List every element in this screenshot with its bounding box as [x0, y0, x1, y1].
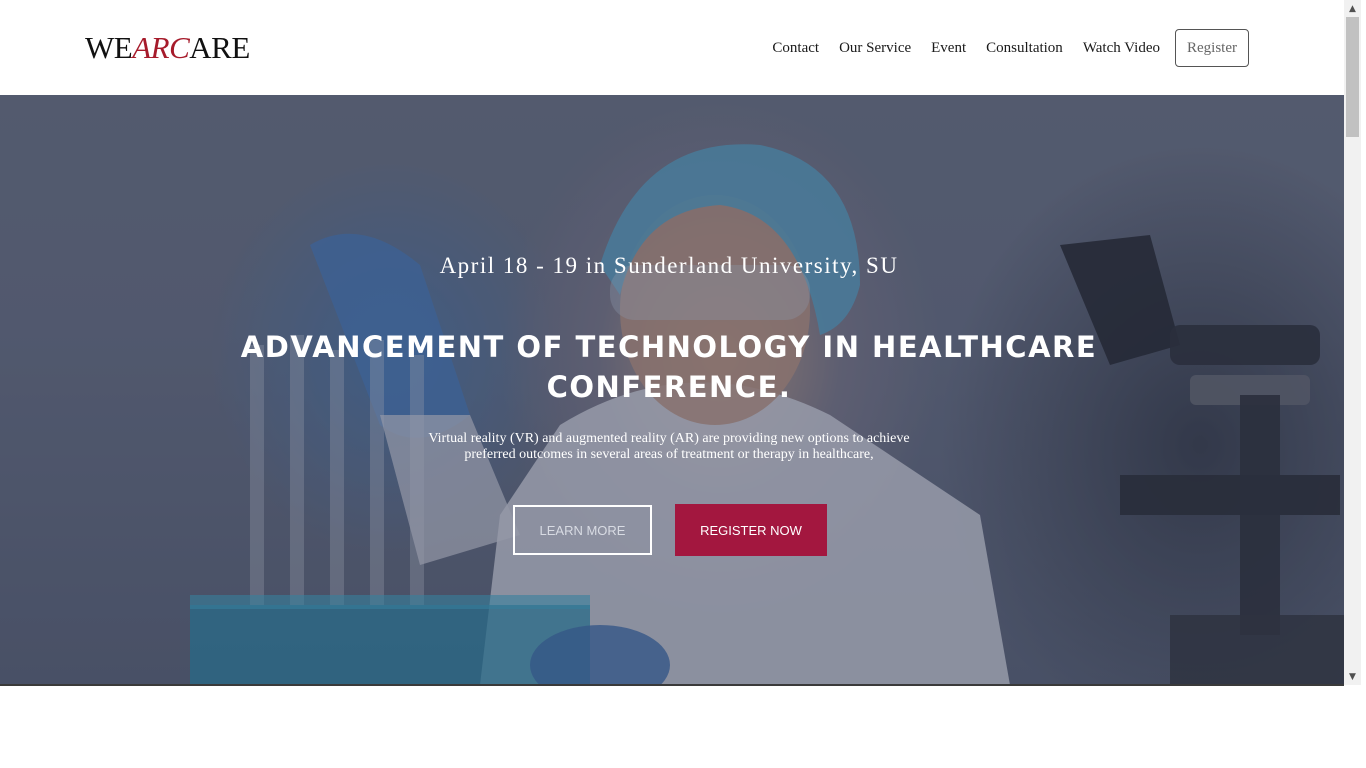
nav-contact[interactable]: Contact — [772, 40, 819, 57]
page-below-hero — [0, 686, 1366, 768]
hero-title: ADVANCEMENT OF TECHNOLOGY IN HEALTHCARE … — [220, 327, 1118, 407]
logo-text-we: WE — [85, 30, 133, 65]
learn-more-button[interactable]: LEARN MORE — [513, 505, 652, 555]
hero-section: April 18 - 19 in Sunderland University, … — [0, 95, 1344, 685]
hero-title-line2: CONFERENCE. — [546, 370, 792, 404]
nav-consultation[interactable]: Consultation — [986, 40, 1063, 57]
hero-description-line1: Virtual reality (VR) and augmented reali… — [428, 431, 910, 446]
register-now-button[interactable]: REGISTER NOW — [675, 504, 827, 556]
nav-watch-video[interactable]: Watch Video — [1083, 40, 1160, 57]
chevron-up-icon[interactable]: ▲ — [1344, 0, 1361, 17]
main-nav: Contact Our Service Event Consultation W… — [752, 29, 1249, 67]
vertical-scrollbar[interactable]: ▲ ▼ — [1344, 0, 1361, 685]
event-date-location: April 18 - 19 in Sunderland University, … — [439, 253, 899, 278]
hero-description: Virtual reality (VR) and augmented reali… — [419, 431, 919, 463]
logo-text-are: ARE — [189, 30, 250, 65]
nav-our-service[interactable]: Our Service — [839, 40, 911, 57]
chevron-down-icon[interactable]: ▼ — [1344, 668, 1361, 685]
nav-event[interactable]: Event — [931, 40, 966, 57]
site-logo[interactable]: WEARCARE — [85, 30, 250, 66]
hero-description-line2: preferred outcomes in several areas of t… — [464, 447, 874, 462]
logo-text-arc: ARC — [132, 30, 190, 65]
hero-title-line1: ADVANCEMENT OF TECHNOLOGY IN HEALTHCARE — [240, 330, 1098, 364]
nav-register-button[interactable]: Register — [1175, 29, 1249, 67]
site-header: WEARCARE Contact Our Service Event Consu… — [0, 0, 1344, 95]
scrollbar-thumb[interactable] — [1346, 17, 1359, 137]
